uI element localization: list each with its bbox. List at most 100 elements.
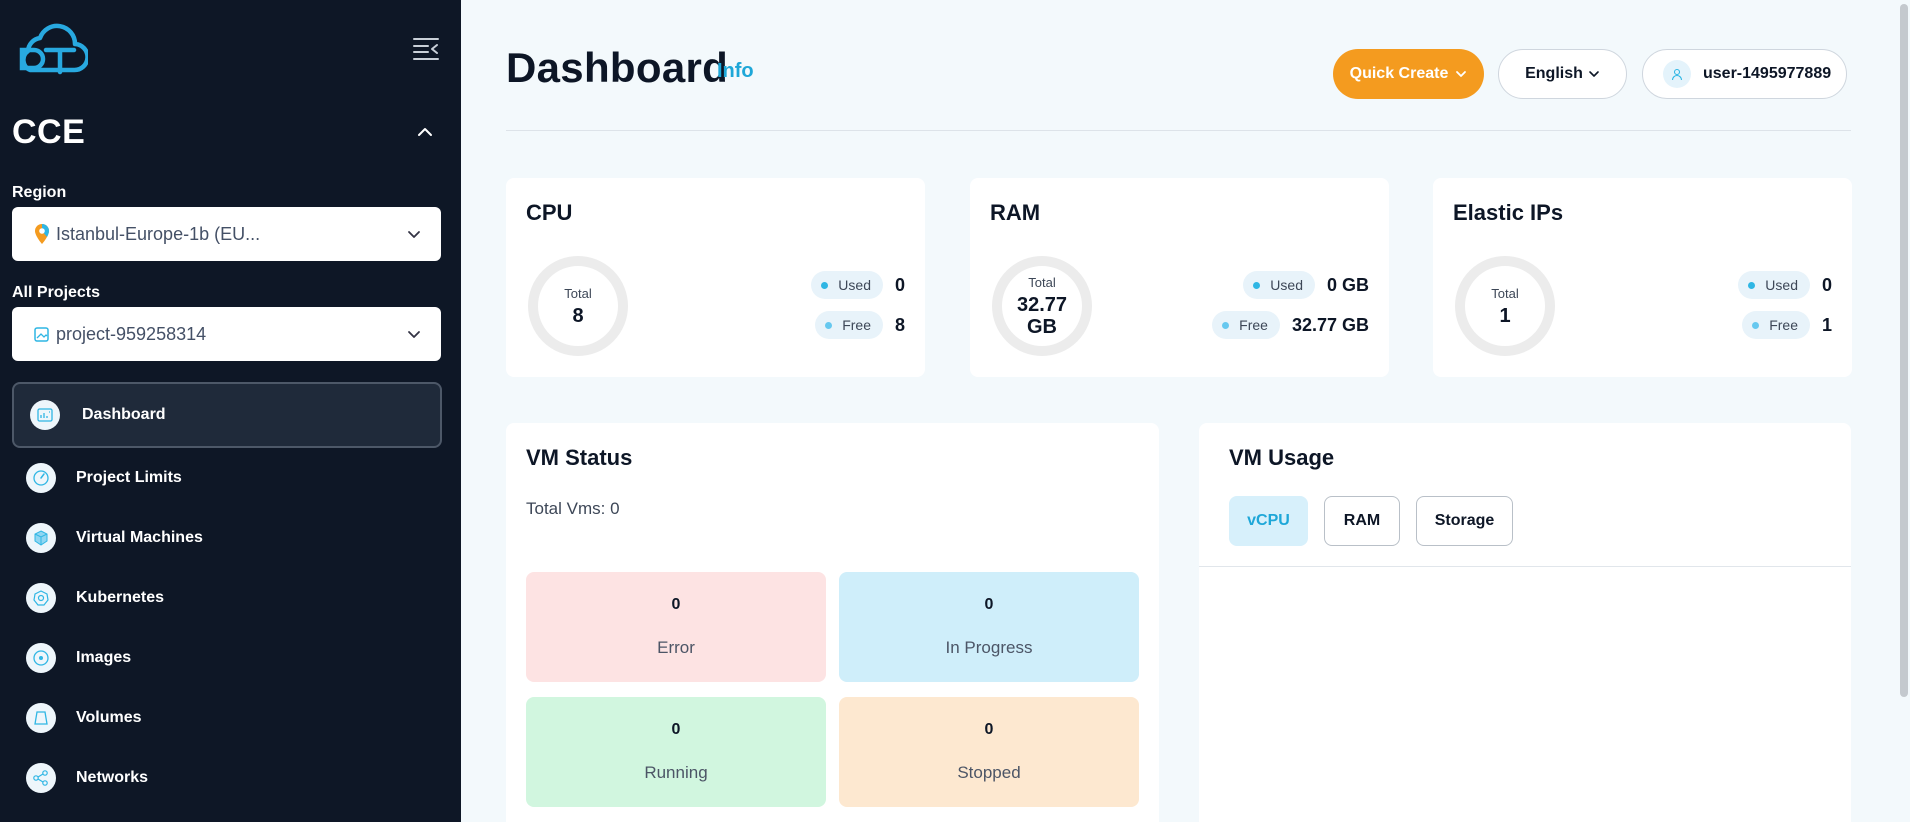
total-unit: GB bbox=[1027, 315, 1057, 338]
quick-create-label: Quick Create bbox=[1349, 65, 1449, 82]
region-select[interactable]: Istanbul-Europe-1b (EU... bbox=[12, 207, 441, 261]
status-running-box[interactable]: 0 Running bbox=[526, 697, 826, 807]
status-label: Error bbox=[657, 638, 695, 657]
project-image-icon bbox=[34, 327, 49, 342]
region-value: Istanbul-Europe-1b (EU... bbox=[56, 223, 261, 244]
card-title: CPU bbox=[526, 200, 573, 225]
sidebar-item-dashboard[interactable]: Dashboard bbox=[12, 382, 442, 448]
card-title: RAM bbox=[990, 200, 1041, 225]
dashboard-icon bbox=[30, 400, 60, 430]
legend-used: Used 0 bbox=[811, 271, 905, 299]
kubernetes-icon bbox=[26, 583, 56, 613]
total-label: Total bbox=[1028, 274, 1056, 290]
free-label: Free bbox=[1239, 317, 1268, 333]
status-label: Running bbox=[644, 763, 708, 782]
sidebar-item-label: Project Limits bbox=[76, 469, 182, 486]
used-value: 0 GB bbox=[1326, 274, 1369, 295]
legend: Used 0 Free 8 bbox=[811, 271, 905, 351]
sidebar-nav: Dashboard Project Limits Virtual Machine… bbox=[12, 382, 442, 808]
disc-icon bbox=[26, 643, 56, 673]
total-value: 8 bbox=[572, 304, 584, 327]
legend-free: Free 8 bbox=[811, 311, 905, 339]
chevron-down-icon bbox=[1456, 71, 1467, 77]
sidebar-item-project-limits[interactable]: Project Limits bbox=[12, 448, 442, 508]
legend-used: Used 0 bbox=[1738, 271, 1832, 299]
chevron-up-icon[interactable] bbox=[414, 121, 436, 143]
sidebar-item-label: Virtual Machines bbox=[76, 529, 203, 546]
donut-label: Total 1 bbox=[1453, 254, 1557, 358]
free-label: Free bbox=[1769, 317, 1798, 333]
user-menu-button[interactable]: user-1495977889 bbox=[1642, 49, 1847, 99]
total-vms: Total Vms: 0 bbox=[526, 499, 620, 518]
language-select[interactable]: English bbox=[1498, 49, 1627, 99]
volume-icon bbox=[26, 703, 56, 733]
project-select[interactable]: project-959258314 bbox=[12, 307, 441, 361]
sidebar-item-label: Volumes bbox=[76, 709, 142, 726]
service-title: CCE bbox=[12, 112, 86, 151]
cloud-logo-icon[interactable] bbox=[12, 18, 88, 78]
legend: Used 0 Free 1 bbox=[1738, 271, 1832, 351]
scrollbar-thumb[interactable] bbox=[1900, 4, 1908, 697]
language-label: English bbox=[1525, 65, 1583, 82]
total-value: 32.77 bbox=[1016, 293, 1068, 316]
used-badge: Used bbox=[811, 271, 883, 299]
donut-label: Total 8 bbox=[526, 254, 630, 358]
sidebar-item-kubernetes[interactable]: Kubernetes bbox=[12, 568, 442, 628]
donut-label: Total 32.77 GB bbox=[990, 254, 1094, 358]
used-value: 0 bbox=[1821, 274, 1832, 295]
status-count: 0 bbox=[671, 596, 681, 613]
sidebar-item-label: Kubernetes bbox=[76, 589, 165, 606]
free-value: 1 bbox=[1821, 314, 1832, 335]
project-value: project-959258314 bbox=[56, 323, 207, 344]
total-value: 1 bbox=[1499, 304, 1511, 327]
sidebar-item-label: Images bbox=[76, 649, 132, 666]
sidebar-item-virtual-machines[interactable]: Virtual Machines bbox=[12, 508, 442, 568]
status-stopped-box[interactable]: 0 Stopped bbox=[839, 697, 1139, 807]
main-content: Dashboard Info Quick Create English user… bbox=[461, 0, 1910, 822]
free-badge: Free bbox=[1212, 311, 1280, 339]
status-count: 0 bbox=[984, 596, 994, 613]
usage-tabs: vCPU RAM Storage bbox=[1229, 496, 1529, 546]
status-in-progress-box[interactable]: 0 In Progress bbox=[839, 572, 1139, 682]
sidebar: CCE Region Istanbul-Europe-1b (EU... All… bbox=[0, 0, 461, 822]
chevron-down-icon bbox=[408, 331, 420, 338]
share-network-icon bbox=[26, 763, 56, 793]
tab-storage[interactable]: Storage bbox=[1416, 496, 1513, 546]
card-title: VM Usage bbox=[1229, 445, 1335, 470]
info-link[interactable]: Info bbox=[717, 60, 754, 83]
collapse-menu-icon[interactable] bbox=[412, 36, 440, 62]
page-scrollbar[interactable] bbox=[1898, 0, 1910, 822]
status-count: 0 bbox=[671, 721, 681, 738]
free-value: 8 bbox=[894, 314, 905, 335]
tab-vcpu[interactable]: vCPU bbox=[1229, 496, 1308, 546]
card-title: VM Status bbox=[526, 445, 633, 470]
region-label: Region bbox=[12, 184, 67, 201]
quick-create-button[interactable]: Quick Create bbox=[1333, 49, 1484, 99]
username: user-1495977889 bbox=[1703, 65, 1832, 82]
total-label: Total bbox=[1491, 285, 1519, 301]
status-label: In Progress bbox=[945, 638, 1033, 657]
used-label: Used bbox=[1765, 277, 1798, 293]
user-avatar-icon bbox=[1663, 60, 1691, 88]
header-divider bbox=[506, 130, 1851, 131]
cpu-card: CPU Total 8 Used 0 Free 8 bbox=[506, 178, 925, 377]
service-section-header[interactable]: CCE bbox=[12, 112, 442, 152]
location-pin-icon bbox=[35, 224, 49, 244]
usage-divider bbox=[1199, 566, 1851, 567]
sidebar-item-images[interactable]: Images bbox=[12, 628, 442, 688]
status-label: Stopped bbox=[957, 763, 1021, 782]
ram-card: RAM Total 32.77 GB Used 0 GB Free 32.77 … bbox=[970, 178, 1389, 377]
used-badge: Used bbox=[1243, 271, 1315, 299]
tab-ram[interactable]: RAM bbox=[1324, 496, 1400, 546]
used-badge: Used bbox=[1738, 271, 1810, 299]
legend-free: Free 32.77 GB bbox=[1212, 311, 1369, 339]
sidebar-item-networks[interactable]: Networks bbox=[12, 748, 442, 808]
used-label: Used bbox=[1270, 277, 1303, 293]
vm-status-card: VM Status Total Vms: 0 0 Error 0 In Prog… bbox=[506, 423, 1159, 822]
sidebar-item-volumes[interactable]: Volumes bbox=[12, 688, 442, 748]
legend-free: Free 1 bbox=[1738, 311, 1832, 339]
sidebar-item-label: Dashboard bbox=[82, 406, 166, 423]
vm-usage-card: VM Usage vCPU RAM Storage bbox=[1199, 423, 1851, 822]
card-title: Elastic IPs bbox=[1453, 200, 1564, 225]
status-error-box[interactable]: 0 Error bbox=[526, 572, 826, 682]
